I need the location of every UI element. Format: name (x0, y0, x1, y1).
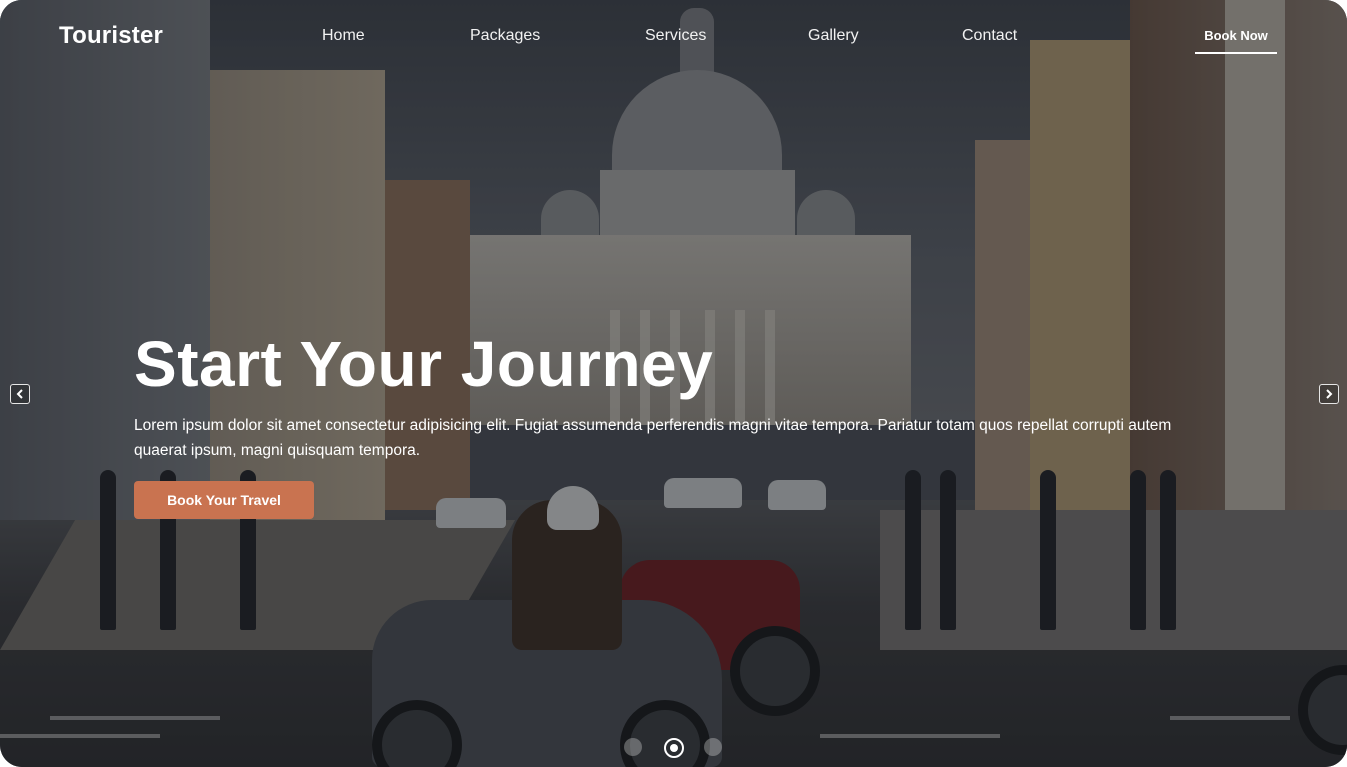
carousel-prev-button[interactable] (10, 384, 30, 404)
chevron-left-icon (16, 389, 23, 399)
hero-description: Lorem ipsum dolor sit amet consectetur a… (134, 417, 1172, 459)
hero-title: Start Your Journey (134, 328, 714, 400)
carousel-dot-active[interactable] (664, 738, 684, 758)
nav-link-home[interactable]: Home (322, 27, 365, 45)
carousel-next-button[interactable] (1319, 384, 1339, 404)
book-your-travel-button[interactable]: Book Your Travel (134, 481, 314, 519)
hero-section: Tourister Home Packages Services Gallery… (0, 0, 1347, 767)
nav-link-packages[interactable]: Packages (470, 27, 540, 45)
carousel-dot[interactable] (624, 738, 642, 756)
chevron-right-icon (1326, 389, 1333, 399)
nav-link-services[interactable]: Services (645, 27, 706, 45)
top-nav: Tourister Home Packages Services Gallery… (0, 0, 1347, 75)
carousel-dot[interactable] (704, 738, 722, 756)
nav-link-gallery[interactable]: Gallery (808, 27, 859, 45)
carousel-indicators (620, 736, 730, 760)
book-now-button[interactable]: Book Now (1195, 28, 1277, 54)
brand-logo[interactable]: Tourister (59, 22, 163, 50)
nav-link-contact[interactable]: Contact (962, 27, 1017, 45)
